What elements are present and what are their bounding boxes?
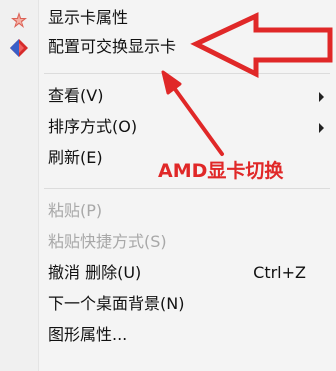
annotation-arrow-diagonal-icon [170, 83, 224, 156]
annotation-arrows [161, 12, 333, 156]
annotation-label: AMD显卡切换 [158, 160, 284, 182]
annotation-arrow-left-icon [190, 12, 333, 79]
